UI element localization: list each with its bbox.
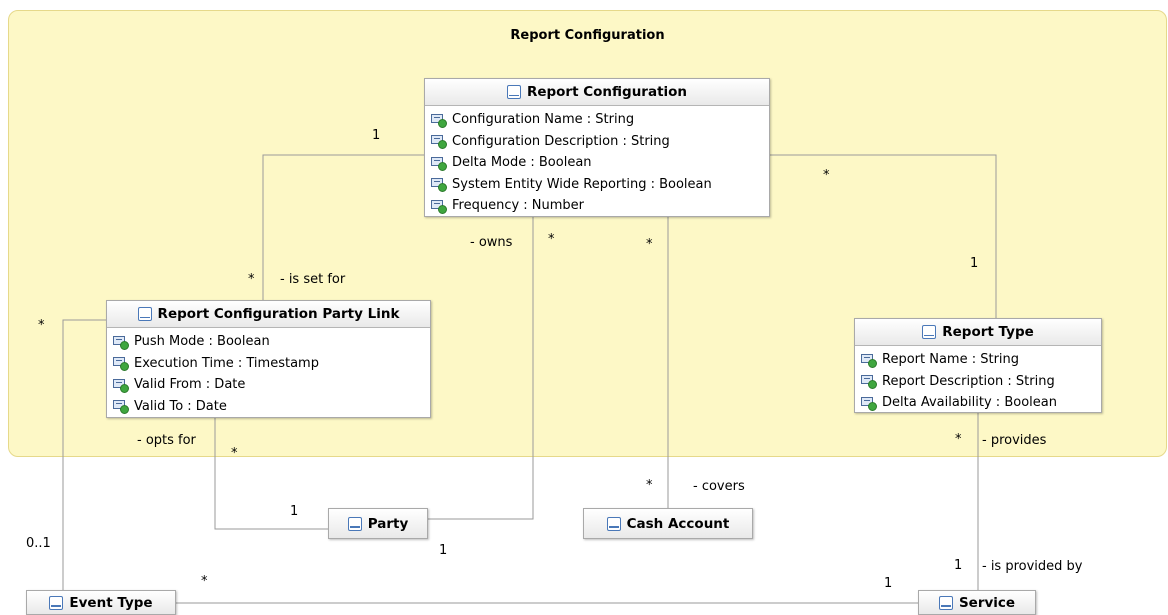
role-label: - owns [470,235,513,250]
role-label: - provides [982,433,1047,448]
multiplicity-label: 1 [290,504,299,519]
multiplicity-label: * [201,574,208,589]
attribute-label: Configuration Description : String [452,133,670,149]
role-label: - is set for [280,272,346,287]
class-name: Report Configuration [526,84,688,100]
multiplicity-label: * [823,168,830,183]
attribute-label: Report Name : String [882,352,1020,368]
class-icon [606,516,621,531]
attribute-label: Valid To : Date [134,398,227,414]
attribute[interactable]: Configuration Description : String [431,131,765,153]
attribute[interactable]: Configuration Name : String [431,109,765,131]
class-icon [938,595,953,610]
attribute-icon [431,112,449,128]
attribute[interactable]: Execution Time : Timestamp [113,353,426,375]
attribute-icon [113,334,131,350]
class-icon [506,85,521,99]
attribute[interactable]: Delta Mode : Boolean [431,152,765,174]
multiplicity-label: * [548,232,555,247]
multiplicity-label: * [38,318,45,333]
attribute-icon [861,395,879,411]
class-header: Service [919,591,1035,614]
attribute-icon [861,352,879,368]
class-header: Report Type [855,319,1101,346]
attribute-icon [431,198,449,214]
class-report-configuration[interactable]: Report Configuration Configuration Name … [424,78,770,217]
attribute-icon [861,373,879,390]
attribute-label: Push Mode : Boolean [134,334,270,350]
attribute-label: Delta Mode : Boolean [452,155,592,171]
multiplicity-label: * [646,478,653,493]
attribute-icon [431,155,449,171]
multiplicity-label: 1 [954,558,963,573]
attribute-label: Report Description : String [882,373,1055,389]
attribute-icon [431,176,449,193]
attribute-label: Frequency : Number [452,198,585,214]
attribute[interactable]: Frequency : Number [431,195,765,217]
attribute-label: Execution Time : Timestamp [134,355,319,371]
class-icon [49,595,64,610]
class-header: Cash Account [584,509,752,538]
attribute[interactable]: Push Mode : Boolean [113,331,426,353]
class-report-configuration-party-link[interactable]: Report Configuration Party Link Push Mod… [106,300,431,418]
multiplicity-label: 1 [970,256,979,271]
attribute-label: Delta Availability : Boolean [882,395,1057,411]
attribute[interactable]: Delta Availability : Boolean [861,392,1097,414]
class-header: Report Configuration [425,79,769,106]
attribute[interactable]: Report Description : String [861,371,1097,393]
class-party[interactable]: Party [328,508,428,539]
class-name: Report Type [942,324,1034,340]
class-header: Report Configuration Party Link [107,301,430,328]
attribute-label: Valid From : Date [134,377,246,393]
attribute-icon [113,355,131,372]
multiplicity-label: * [955,432,962,447]
attribute-icon [113,398,131,415]
role-label: - is provided by [982,559,1083,574]
attribute[interactable]: Valid To : Date [113,396,426,418]
multiplicity-label: * [231,446,238,461]
class-name: Service [958,594,1016,611]
role-label: - opts for [137,433,196,448]
attribute-icon [431,133,449,150]
class-event-type[interactable]: Event Type [26,590,176,615]
multiplicity-label: 1 [372,128,381,143]
multiplicity-label: * [248,272,255,287]
class-name: Cash Account [626,515,730,532]
multiplicity-label: 1 [439,543,448,558]
class-name: Report Configuration Party Link [157,306,400,322]
class-icon [922,325,937,339]
role-label: - covers [693,479,745,494]
attribute[interactable]: Valid From : Date [113,374,426,396]
class-header: Event Type [27,591,175,614]
multiplicity-label: 0..1 [26,536,51,551]
class-name: Party [367,515,409,532]
class-icon [137,307,152,321]
attribute-label: Configuration Name : String [452,112,635,128]
attribute-label: System Entity Wide Reporting : Boolean [452,176,712,192]
multiplicity-label: 1 [884,576,893,591]
class-cash-account[interactable]: Cash Account [583,508,753,539]
attribute[interactable]: Report Name : String [861,349,1097,371]
attribute[interactable]: System Entity Wide Reporting : Boolean [431,174,765,196]
multiplicity-label: * [646,237,653,252]
class-report-type[interactable]: Report Type Report Name : String Report … [854,318,1102,413]
attribute-icon [113,377,131,393]
package-title: Report Configuration [510,28,665,43]
class-header: Party [329,509,427,538]
class-icon [347,516,362,531]
class-name: Event Type [69,594,153,611]
class-service[interactable]: Service [918,590,1036,615]
